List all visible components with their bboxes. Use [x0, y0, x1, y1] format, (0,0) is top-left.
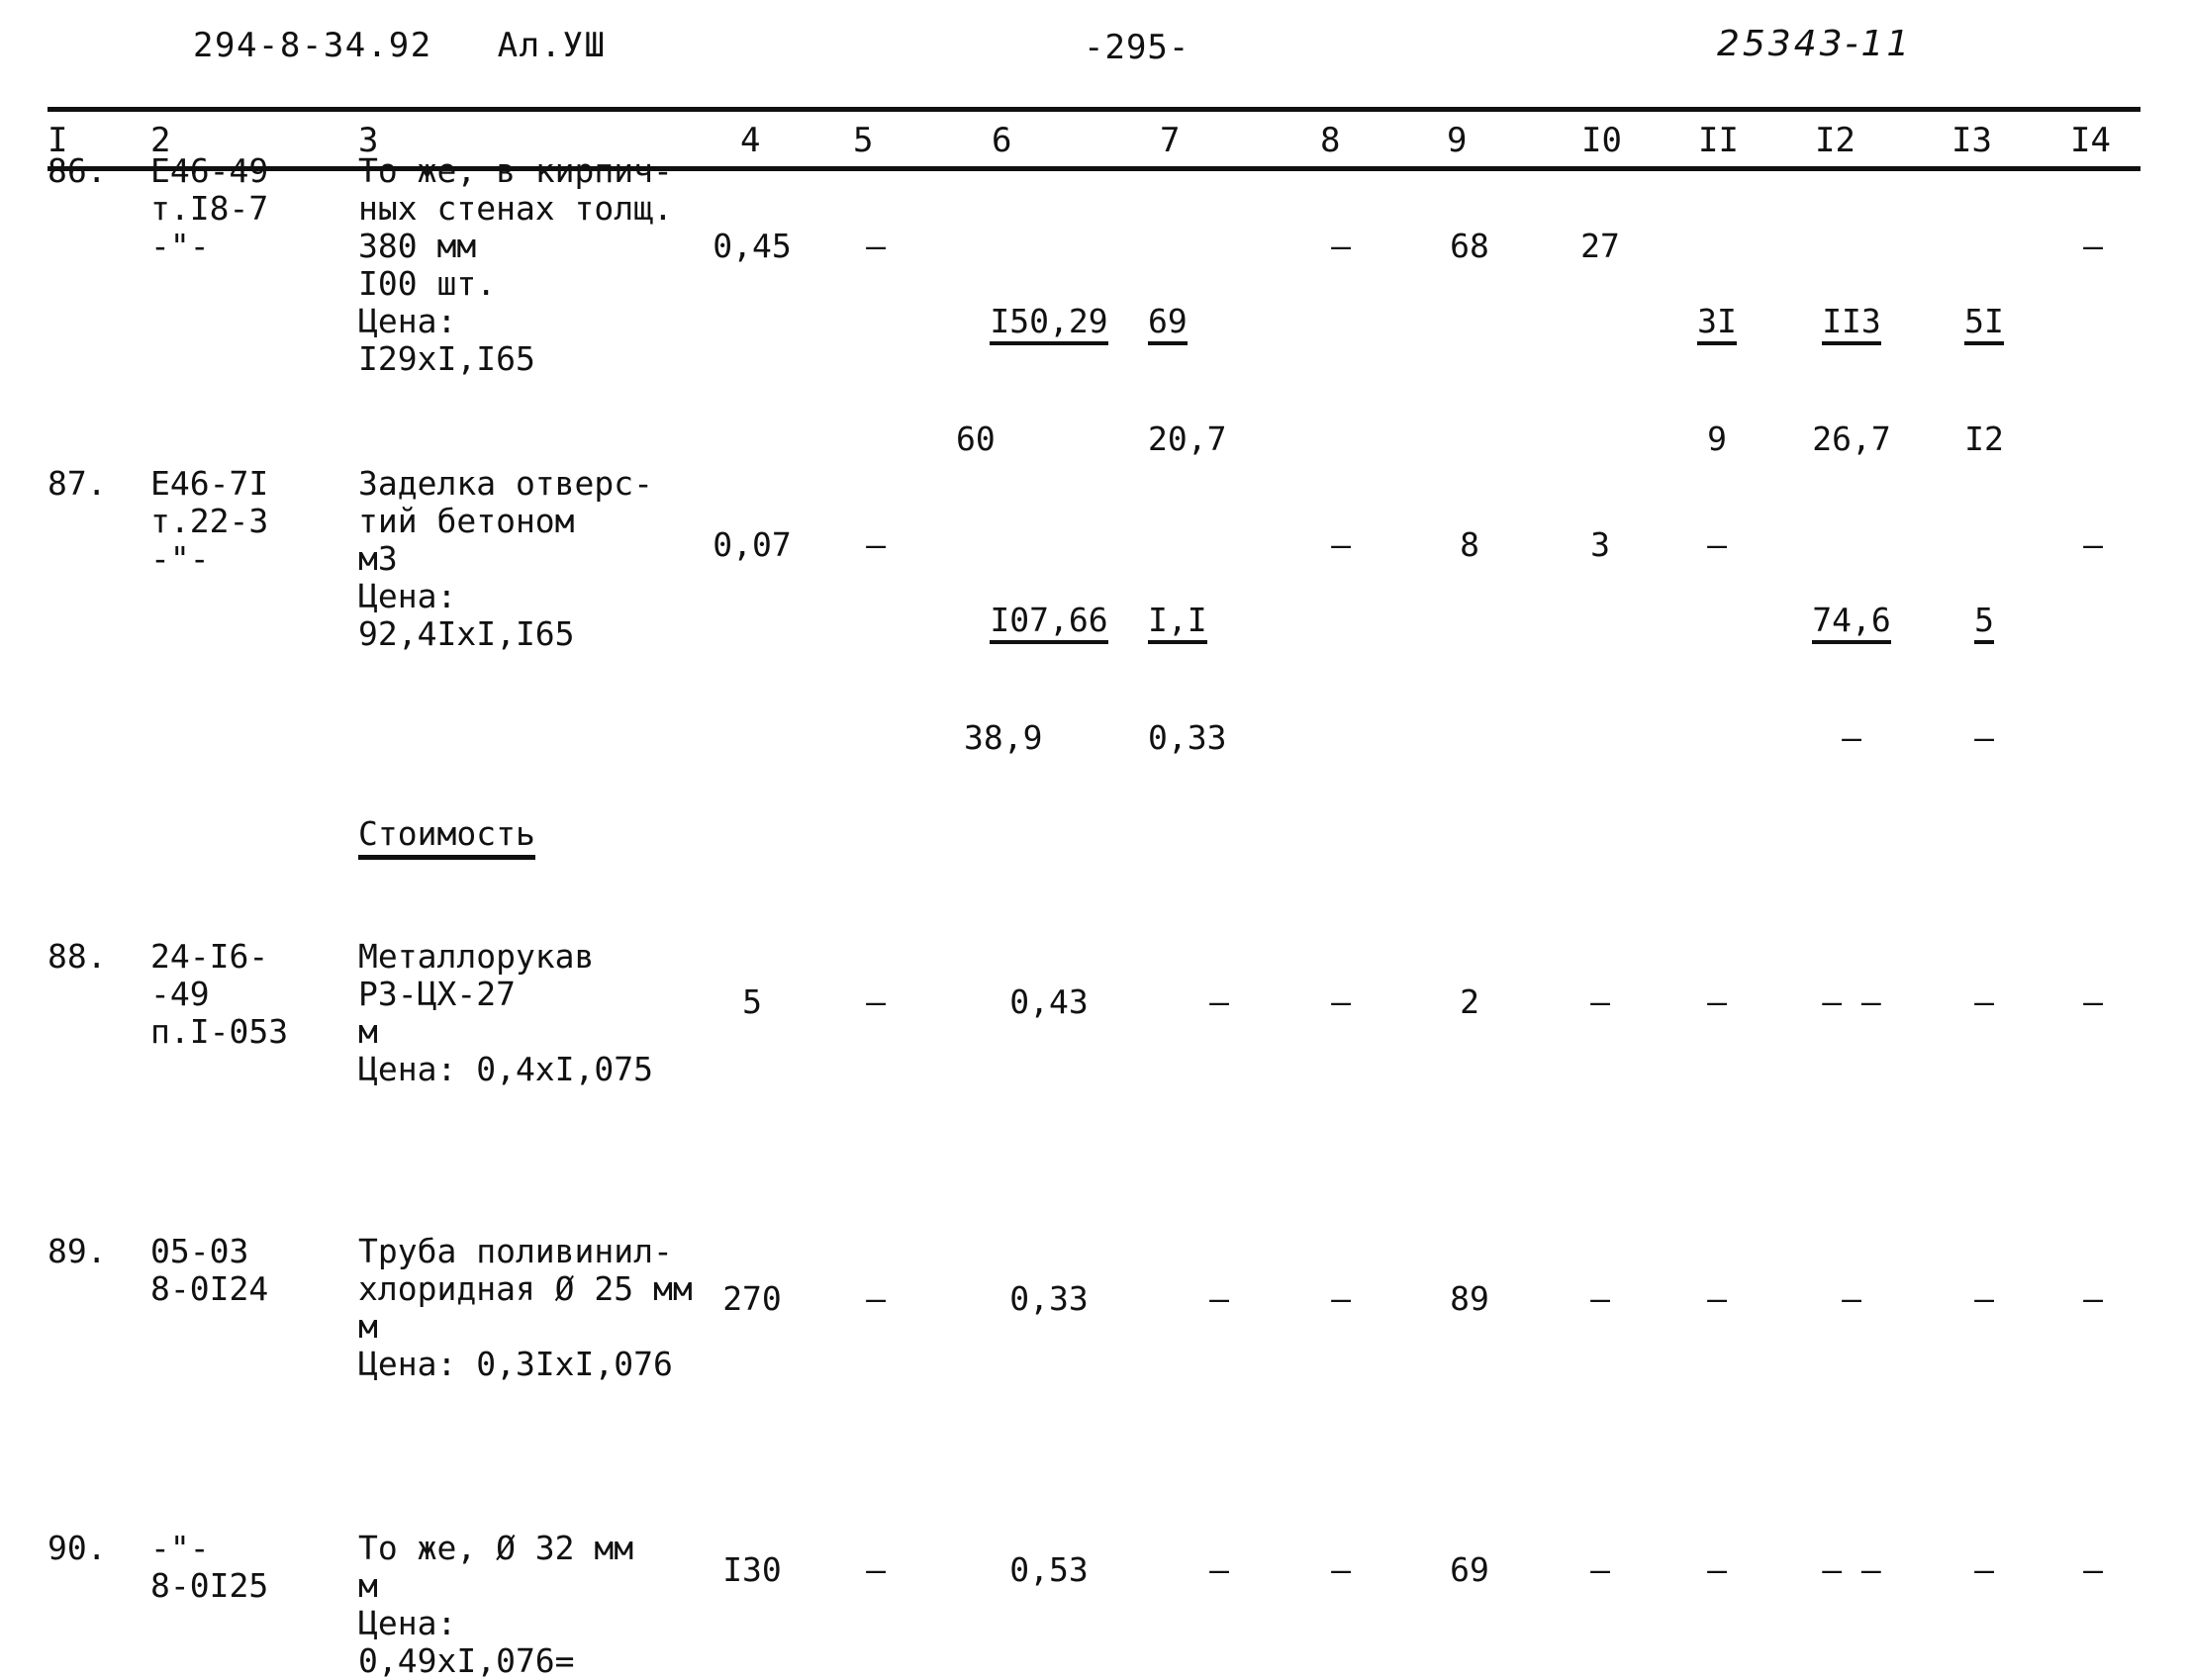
cell-c10: –: [1590, 1279, 1610, 1318]
table-body: 86. Е46-49 т.I8-7 -"- То же, в кирпич- н…: [0, 152, 2188, 1680]
row-number: 86.: [48, 151, 107, 190]
section-label-row: Стоимость: [0, 554, 2188, 860]
doc-code-text: 294-8-34.92: [193, 26, 432, 65]
column-header-7: 7: [1160, 121, 1181, 160]
row-code: Е46-49 т.I8-7 -"-: [150, 151, 269, 265]
table-row: 88. 24-I6- -49 п.I-053 Металлорукав РЗ-Ц…: [0, 611, 2188, 1088]
document-page: 294-8-34.92 Ал.УШ -295- 25343-11 I 2 3 4…: [0, 0, 2188, 1680]
column-header-9: 9: [1447, 121, 1468, 160]
cell-c4: I30: [722, 1550, 782, 1589]
column-header-11: II: [1698, 121, 1739, 160]
table-top-rule: [48, 107, 2140, 112]
cell-c4: 0,45: [713, 227, 792, 265]
column-header-6: 6: [992, 121, 1012, 160]
cell-c7-numerator: 69: [1148, 303, 1188, 345]
cell-c12: –: [1842, 1279, 1861, 1318]
cell-c6: 0,33: [1009, 1279, 1089, 1318]
column-header-5: 5: [853, 121, 874, 160]
header-serial-number: 25343-11: [1717, 24, 1913, 64]
cell-c13: –: [1974, 1550, 1994, 1589]
cell-c7: –: [1209, 1550, 1229, 1589]
cell-c5: –: [866, 1279, 886, 1318]
cell-c14: –: [2083, 227, 2103, 265]
cell-c13: –: [1974, 1279, 1994, 1318]
row-number: 87.: [48, 464, 107, 503]
cell-c14: –: [2083, 1279, 2103, 1318]
cell-c5: –: [866, 1550, 886, 1589]
cell-c8: –: [1331, 1279, 1351, 1318]
table-row: 90. -"- 8-0I25 То же, Ø 32 мм м Цена: 0,…: [0, 968, 2188, 1680]
cell-c6-numerator: I50,29: [990, 303, 1108, 345]
cell-c11: –: [1707, 1550, 1727, 1589]
row-code: -"- 8-0I25: [150, 1529, 269, 1605]
cell-c11: –: [1707, 1279, 1727, 1318]
cell-c10: –: [1590, 1550, 1610, 1589]
cell-c12-numerator: II3: [1822, 303, 1881, 345]
cell-c8: –: [1331, 227, 1351, 265]
page-number: -295-: [1084, 28, 1190, 67]
cell-c6: 0,53: [1009, 1550, 1089, 1589]
header-doc-code: 294-8-34.92 Ал.УШ: [193, 26, 606, 65]
row-number: 90.: [48, 1529, 107, 1567]
table-row: 87. Е46-7I т.22-3 -"- Заделка отверс- ти…: [0, 346, 2188, 757]
cell-c8: –: [1331, 1550, 1351, 1589]
album-text: Ал.УШ: [497, 26, 607, 65]
column-header-8: 8: [1320, 121, 1341, 160]
cell-c9: 89: [1450, 1279, 1489, 1318]
cell-c12: – –: [1822, 1550, 1881, 1589]
column-header-14: I4: [2070, 121, 2111, 160]
cell-c5: –: [866, 227, 886, 265]
column-header-12: I2: [1815, 121, 1855, 160]
cell-c4: 270: [722, 1279, 782, 1318]
cell-c13-numerator: 5I: [1964, 303, 2004, 345]
document-header: 294-8-34.92 Ал.УШ -295- 25343-11: [0, 24, 2188, 81]
cell-c11-numerator: 3I: [1697, 303, 1737, 345]
cell-c10: 27: [1580, 227, 1620, 265]
column-header-10: I0: [1581, 121, 1622, 160]
cell-c9: 69: [1450, 1550, 1489, 1589]
table-row: 89. 05-03 8-0I24 Труба поливинил- хлорид…: [0, 790, 2188, 1383]
cell-c7: –: [1209, 1279, 1229, 1318]
row-number: 89.: [48, 1232, 107, 1270]
row-code: 05-03 8-0I24: [150, 1232, 269, 1308]
column-header-13: I3: [1951, 121, 1992, 160]
cell-c9: 68: [1450, 227, 1489, 265]
cell-c14: –: [2083, 1550, 2103, 1589]
row-description: То же, в кирпич- ных стенах толщ. 380 мм…: [358, 151, 673, 378]
table-row: 86. Е46-49 т.I8-7 -"- То же, в кирпич- н…: [0, 152, 2188, 458]
